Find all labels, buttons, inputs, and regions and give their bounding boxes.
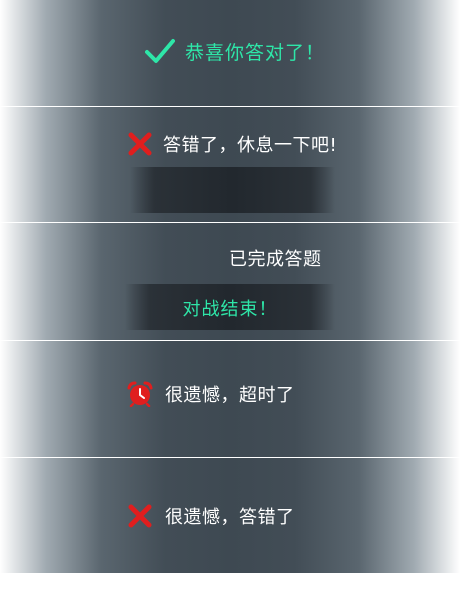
battle-end-text: 对战结束！ xyxy=(182,299,278,320)
cross-icon xyxy=(127,503,153,529)
wrong-rest-banner: 答错了，休息一下吧! xyxy=(0,107,460,222)
wrong-answer-text: 很遗憾，答错了 xyxy=(165,507,295,528)
timeout-row: 很遗憾，超时了 xyxy=(127,381,295,407)
empty-dark-bar xyxy=(130,167,335,213)
cross-icon xyxy=(127,131,153,157)
battle-end-bar: 对战结束！ xyxy=(125,284,335,330)
timeout-text: 很遗憾，超时了 xyxy=(165,385,295,406)
completed-status-row: 已完成答题 xyxy=(229,245,322,271)
timeout-banner: 很遗憾，超时了 xyxy=(0,341,460,457)
completed-banner: 已完成答题 对战结束！ xyxy=(0,223,460,340)
checkmark-icon xyxy=(145,37,175,65)
completed-status-text: 已完成答题 xyxy=(229,249,322,270)
alarm-clock-icon xyxy=(127,381,153,407)
quiz-result-states: 恭喜你答对了！ 答错了，休息一下吧! 已完成答题 对战结束！ 很遗憾，超时了 很… xyxy=(0,0,460,595)
wrong-answer-row: 很遗憾，答错了 xyxy=(127,503,295,529)
wrong-rest-row: 答错了，休息一下吧! xyxy=(127,131,337,157)
wrong-answer-banner: 很遗憾，答错了 xyxy=(0,458,460,573)
correct-answer-text: 恭喜你答对了！ xyxy=(185,41,326,64)
correct-answer-banner: 恭喜你答对了！ xyxy=(0,0,460,106)
correct-answer-row: 恭喜你答对了！ xyxy=(145,37,325,65)
wrong-rest-text: 答错了，休息一下吧! xyxy=(163,135,338,156)
